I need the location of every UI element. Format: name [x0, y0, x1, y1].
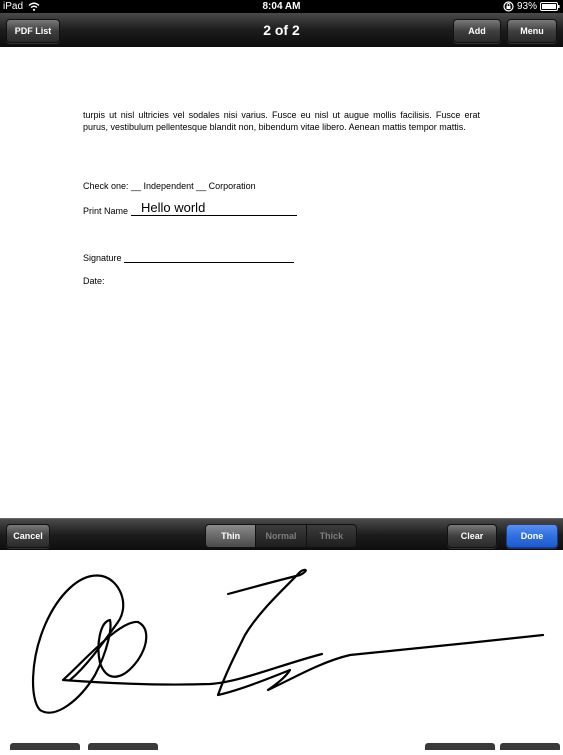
- signature-label: Signature: [83, 253, 122, 263]
- battery-icon: [540, 2, 560, 11]
- done-button[interactable]: Done: [506, 524, 558, 548]
- battery-percent: 93%: [516, 1, 537, 12]
- check-one-line: Check one: __ Independent __ Corporation: [83, 181, 256, 191]
- document-paragraph: turpis ut nisl ultricies vel sodales nis…: [83, 110, 480, 132]
- bottom-tab: [425, 743, 495, 750]
- signature-underline[interactable]: [124, 252, 295, 263]
- signature-pad[interactable]: [0, 550, 563, 750]
- pen-thin-option[interactable]: Thin: [206, 525, 256, 547]
- add-button[interactable]: Add: [453, 19, 501, 43]
- signature-toolbar: Cancel Thin Normal Thick Clear Done: [0, 518, 563, 551]
- bottom-tab: [10, 743, 80, 750]
- bottom-edge-tabs: [0, 741, 563, 750]
- pen-thick-option[interactable]: Thick: [305, 525, 356, 547]
- menu-button[interactable]: Menu: [507, 19, 557, 43]
- bottom-tab: [88, 743, 158, 750]
- status-time: 8:04 AM: [262, 1, 301, 12]
- pdf-page: turpis ut nisl ultricies vel sodales nis…: [0, 47, 563, 518]
- top-toolbar: PDF List 2 of 2 Add Menu: [0, 13, 563, 47]
- date-label: Date:: [83, 276, 105, 286]
- print-name-value[interactable]: Hello world: [141, 200, 205, 215]
- cancel-button[interactable]: Cancel: [6, 524, 50, 548]
- status-bar: iPad 8:04 AM 93%: [0, 0, 563, 13]
- pen-width-segmented-control: Thin Normal Thick: [205, 524, 357, 548]
- pen-normal-option[interactable]: Normal: [255, 525, 305, 547]
- signature-stroke: [32, 568, 545, 714]
- print-name-label: Print Name: [83, 206, 129, 216]
- bottom-tab: [500, 743, 560, 750]
- orientation-lock-icon: [503, 1, 514, 12]
- clear-button[interactable]: Clear: [447, 524, 497, 548]
- signature-row: Signature: [83, 252, 295, 263]
